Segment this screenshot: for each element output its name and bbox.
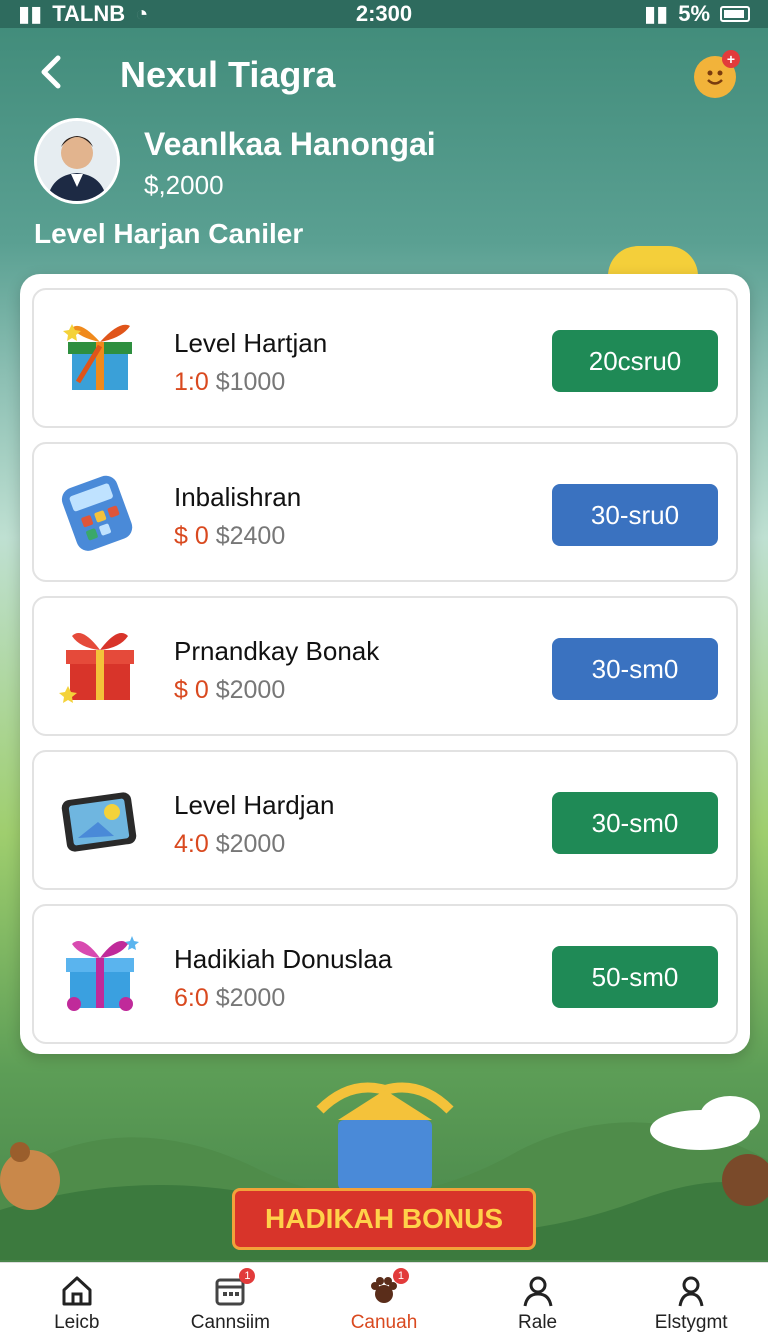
rewards-panel: Level Hartjan 1:0 $1000 20csru0 Inbalish… bbox=[20, 274, 750, 1054]
reward-values: 4:0 $2000 bbox=[174, 830, 285, 859]
reward-values: 1:0 $1000 bbox=[174, 368, 285, 397]
reward-amount: $2000 bbox=[215, 984, 286, 1012]
nav-item-person[interactable]: Rale bbox=[461, 1263, 615, 1344]
reward-amount: $2400 bbox=[215, 522, 286, 550]
reward-values: $ 0 $2400 bbox=[174, 522, 285, 551]
nav-badge: 1 bbox=[239, 1267, 256, 1284]
nav-label: Rale bbox=[518, 1311, 558, 1333]
reward-progress: $ 0 bbox=[174, 522, 209, 550]
status-bar: ▮▮ TALNB ◔ 2:300 ▮▮ 5% bbox=[0, 0, 768, 28]
profile-name: Veanlkaa Hanongai bbox=[144, 126, 436, 162]
paw-icon-wrap: 1 bbox=[367, 1267, 409, 1308]
nav-item-active[interactable]: 1 Canuah bbox=[307, 1263, 461, 1344]
claim-button[interactable]: 30-sm0 bbox=[552, 792, 718, 854]
reward-name: Level Hardjan bbox=[174, 790, 335, 820]
blue-gift-icon bbox=[66, 936, 139, 1011]
reward-row: Inbalishran $ 0 $2400 30-sru0 bbox=[32, 442, 738, 582]
carrier-label: TALNB bbox=[52, 1, 126, 26]
reward-amount: $2000 bbox=[215, 830, 286, 858]
nav-item-calendar[interactable]: 1 Cannsiim bbox=[154, 1263, 308, 1344]
reward-row: Level Hartjan 1:0 $1000 20csru0 bbox=[32, 288, 738, 428]
reward-amount: $2000 bbox=[215, 676, 286, 704]
reward-row: Prnandkay Bonak $ 0 $2000 30-sm0 bbox=[32, 596, 738, 736]
gift-box-icon bbox=[63, 324, 132, 390]
notifications-button[interactable]: + bbox=[694, 50, 740, 98]
claim-button[interactable]: 30-sru0 bbox=[552, 484, 718, 546]
reward-progress: $ 0 bbox=[174, 676, 209, 704]
reward-values: $ 0 $2000 bbox=[174, 676, 285, 705]
calculator-icon bbox=[61, 475, 133, 551]
app-header: Nexul Tiagra + bbox=[0, 40, 768, 110]
nav-item-home[interactable]: Leicb bbox=[0, 1263, 154, 1344]
chevron-left-icon bbox=[41, 55, 61, 89]
claim-button[interactable]: 50-sm0 bbox=[552, 946, 718, 1008]
section-label: Level Harjan Caniler bbox=[34, 218, 304, 249]
profile-icon bbox=[678, 1276, 704, 1306]
user-portrait-icon bbox=[37, 121, 117, 201]
reward-progress: 6:0 bbox=[174, 984, 209, 1012]
reward-row: Level Hardjan 4:0 $2000 30-sm0 bbox=[32, 750, 738, 890]
wifi-icon: ◔ bbox=[135, 1, 149, 26]
reward-progress: 4:0 bbox=[174, 830, 209, 858]
reward-name: Hadikiah Donuslaa bbox=[174, 944, 393, 974]
tablet-icon bbox=[61, 792, 137, 852]
nav-badge: 1 bbox=[392, 1267, 409, 1284]
cellular-icon: ▮▮ bbox=[643, 1, 669, 26]
claim-button[interactable]: 30-sm0 bbox=[552, 638, 718, 700]
reward-name: Prnandkay Bonak bbox=[174, 636, 380, 666]
nav-label: Leicb bbox=[54, 1311, 100, 1333]
back-button[interactable] bbox=[32, 52, 72, 92]
reward-progress: 1:0 bbox=[174, 368, 209, 396]
reward-amount: $1000 bbox=[215, 368, 286, 396]
profile-balance: $,2000 bbox=[144, 170, 224, 200]
calendar-icon-wrap: 1 bbox=[213, 1267, 256, 1308]
profile-section: Veanlkaa Hanongai $,2000 bbox=[34, 118, 734, 208]
nav-label: Elstygmt bbox=[654, 1311, 728, 1333]
plus-badge-icon: + bbox=[722, 50, 740, 68]
status-right: ▮▮ 5% bbox=[644, 1, 750, 27]
home-icon bbox=[62, 1276, 92, 1305]
red-gift-icon bbox=[59, 633, 134, 703]
battery-percent: 5% bbox=[678, 1, 710, 26]
person-icon bbox=[523, 1276, 553, 1306]
reward-row: Hadikiah Donuslaa 6:0 $2000 50-sm0 bbox=[32, 904, 738, 1044]
bonus-banner[interactable]: HADIKAH BONUS bbox=[232, 1188, 536, 1250]
reward-values: 6:0 $2000 bbox=[174, 984, 285, 1013]
avatar[interactable] bbox=[34, 118, 120, 204]
nav-label: Canuah bbox=[350, 1311, 418, 1333]
claim-button[interactable]: 20csru0 bbox=[552, 330, 718, 392]
reward-name: Level Hartjan bbox=[174, 328, 328, 358]
status-time: 2:300 bbox=[355, 1, 413, 26]
page-title: Nexul Tiagra bbox=[120, 54, 336, 95]
status-left: ▮▮ TALNB ◔ bbox=[18, 1, 148, 27]
nav-item-profile[interactable]: Elstygmt bbox=[614, 1263, 768, 1344]
battery-icon bbox=[720, 6, 750, 22]
nav-label: Cannsiim bbox=[190, 1311, 270, 1333]
bottom-navigation: Leicb 1 Cannsiim 1 Canuah Rale Elstygmt bbox=[0, 1262, 768, 1344]
signal-icon: ▮▮ bbox=[18, 1, 43, 26]
reward-name: Inbalishran bbox=[174, 482, 302, 512]
